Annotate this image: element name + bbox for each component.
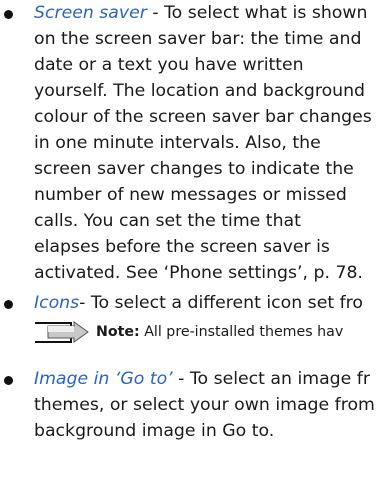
line-text: number of new messages or missed xyxy=(34,185,347,205)
line-text: themes, or select your own image from xyxy=(34,395,375,415)
note-arrow-icon xyxy=(35,321,89,343)
line-text: elapses before the screen saver is xyxy=(34,237,330,257)
document-page: Screen saver - To select what is shown o… xyxy=(0,0,392,492)
line-text: colour of the screen saver bar changes xyxy=(34,107,372,127)
note-label: Note: xyxy=(96,324,140,340)
note-text: All pre-installed themes hav xyxy=(139,324,344,340)
line-text: - To select what is shown xyxy=(146,3,368,23)
line-text: - To select a different icon set fro xyxy=(79,293,363,313)
bullet-icon xyxy=(4,300,13,309)
line-text: activated. See ‘Phone settings’, p. 78. xyxy=(34,263,363,283)
line-text: calls. You can set the time that xyxy=(34,211,301,231)
line-text: in one minute intervals. Also, the xyxy=(34,133,321,153)
icons-link[interactable]: Icons xyxy=(34,293,79,313)
image-in-go-to-link[interactable]: Image in ‘Go to’ xyxy=(34,369,173,389)
line-text: - To select an image fr xyxy=(172,369,370,389)
line-text: on the screen saver bar: the time and xyxy=(34,29,362,49)
screen-saver-link[interactable]: Screen saver xyxy=(34,3,147,23)
bullet-icon xyxy=(4,376,13,385)
line-text: date or a text you have written xyxy=(34,55,304,75)
bullet-icon xyxy=(4,10,13,19)
line-text: screen saver changes to indicate the xyxy=(34,159,354,179)
line-text: yourself. The location and background xyxy=(34,81,366,101)
note-box: Note: All pre-installed themes hav xyxy=(34,318,392,348)
line-text: background image in Go to. xyxy=(34,421,275,441)
